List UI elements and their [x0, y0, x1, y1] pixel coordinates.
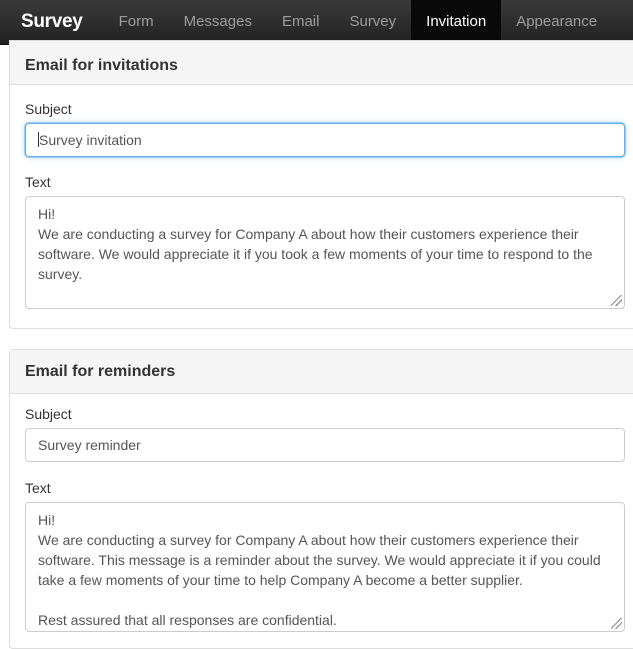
nav-item-messages[interactable]: Messages	[169, 0, 267, 44]
invitation-subject-label: Subject	[25, 101, 72, 117]
brand-logo[interactable]: Survey	[0, 0, 104, 44]
nav-item-email[interactable]: Email	[267, 0, 335, 44]
reminder-panel-heading: Email for reminders	[10, 350, 633, 394]
reminder-subject-label: Subject	[25, 406, 72, 422]
nav-item-survey[interactable]: Survey	[334, 0, 411, 44]
text-line: Hi!	[38, 206, 56, 222]
text-line: We are conducting a survey for Company A…	[38, 532, 579, 548]
nav-item-invitation[interactable]: Invitation	[411, 0, 502, 44]
invitation-panel-title: Email for invitations	[25, 56, 178, 74]
reminder-panel-title: Email for reminders	[25, 362, 176, 380]
reminder-text-area[interactable]: Hi! We are conducting a survey for Compa…	[25, 502, 625, 632]
reminder-subject-input[interactable]: Survey reminder	[25, 428, 625, 462]
resize-handle-icon[interactable]	[611, 295, 622, 306]
invitation-subject-input[interactable]: Survey invitation	[25, 123, 625, 157]
text-line: software. We would appreciate it if you …	[38, 246, 593, 262]
resize-handle-icon[interactable]	[611, 618, 622, 629]
nav-item-form[interactable]: Form	[104, 0, 169, 44]
invitation-text-area[interactable]: Hi! We are conducting a survey for Compa…	[25, 196, 625, 309]
invitation-subject-value: Survey invitation	[39, 132, 142, 148]
reminder-email-panel: Email for reminders Subject Survey remin…	[9, 349, 633, 649]
reminder-subject-value: Survey reminder	[38, 437, 141, 453]
text-line: Rest assured that all responses are conf…	[38, 612, 337, 628]
top-navbar: Survey Form Messages Email Survey Invita…	[0, 0, 633, 45]
text-line: take a few moments of your time to help …	[38, 572, 523, 588]
invitation-email-panel: Email for invitations Subject Survey inv…	[9, 40, 633, 329]
text-line	[38, 590, 612, 610]
invitation-panel-heading: Email for invitations	[10, 41, 633, 85]
text-line: software. This message is a reminder abo…	[38, 552, 601, 568]
text-line: survey.	[38, 266, 83, 282]
invitation-text-label: Text	[25, 174, 51, 190]
text-line: Hi!	[38, 512, 56, 528]
nav-item-appearance[interactable]: Appearance	[501, 0, 612, 44]
text-line: We are conducting a survey for Company A…	[38, 226, 579, 242]
reminder-text-label: Text	[25, 480, 51, 496]
